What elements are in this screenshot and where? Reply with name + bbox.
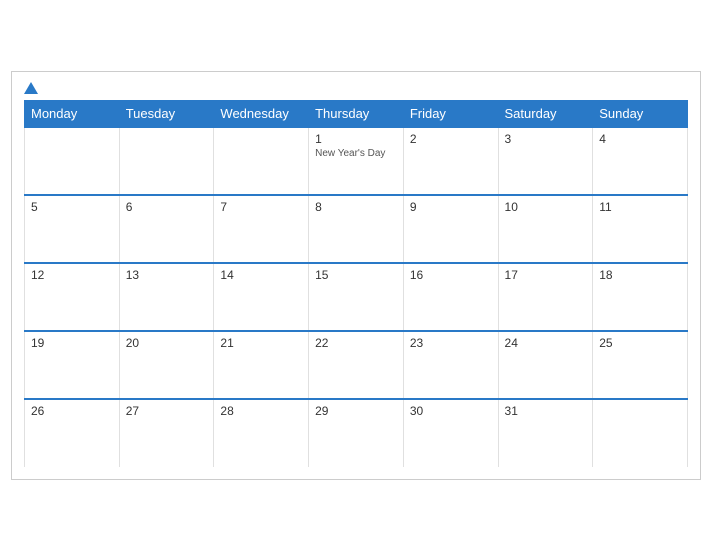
day-number: 23 (410, 336, 492, 350)
calendar-cell: 4 (593, 127, 688, 195)
calendar-cell: 30 (403, 399, 498, 467)
calendar-cell: 22 (309, 331, 404, 399)
calendar-cell: 14 (214, 263, 309, 331)
calendar-cell: 3 (498, 127, 593, 195)
calendar-cell: 13 (119, 263, 214, 331)
day-number: 18 (599, 268, 681, 282)
calendar-cell: 28 (214, 399, 309, 467)
calendar-cell: 9 (403, 195, 498, 263)
day-number: 30 (410, 404, 492, 418)
calendar-header (24, 82, 688, 94)
day-number: 11 (599, 200, 681, 214)
calendar-cell: 18 (593, 263, 688, 331)
calendar-cell: 19 (25, 331, 120, 399)
day-number: 29 (315, 404, 397, 418)
calendar-cell: 21 (214, 331, 309, 399)
calendar-cell: 12 (25, 263, 120, 331)
calendar-cell: 29 (309, 399, 404, 467)
calendar-cell: 23 (403, 331, 498, 399)
calendar-cell: 26 (25, 399, 120, 467)
calendar-thead: MondayTuesdayWednesdayThursdayFridaySatu… (25, 100, 688, 127)
weekday-header-thursday: Thursday (309, 100, 404, 127)
calendar-cell (25, 127, 120, 195)
calendar-cell: 15 (309, 263, 404, 331)
calendar-cell: 10 (498, 195, 593, 263)
day-number: 16 (410, 268, 492, 282)
day-event: New Year's Day (315, 148, 397, 159)
logo (24, 82, 40, 94)
week-row-2: 12 13 14 15 16 17 18 (25, 263, 688, 331)
calendar-grid: MondayTuesdayWednesdayThursdayFridaySatu… (24, 100, 688, 467)
week-row-4: 26 27 28 29 30 31 (25, 399, 688, 467)
day-number: 25 (599, 336, 681, 350)
calendar-cell: 8 (309, 195, 404, 263)
day-number: 31 (505, 404, 587, 418)
weekday-header-saturday: Saturday (498, 100, 593, 127)
logo-triangle-icon (24, 82, 38, 94)
calendar: MondayTuesdayWednesdayThursdayFridaySatu… (11, 71, 701, 480)
calendar-cell (119, 127, 214, 195)
day-number: 22 (315, 336, 397, 350)
day-number: 8 (315, 200, 397, 214)
day-number: 2 (410, 132, 492, 146)
day-number: 9 (410, 200, 492, 214)
day-number: 4 (599, 132, 681, 146)
calendar-cell: 16 (403, 263, 498, 331)
weekday-header-row: MondayTuesdayWednesdayThursdayFridaySatu… (25, 100, 688, 127)
calendar-cell: 27 (119, 399, 214, 467)
calendar-tbody: 1New Year's Day2345678910111213141516171… (25, 127, 688, 467)
day-number: 28 (220, 404, 302, 418)
calendar-cell: 5 (25, 195, 120, 263)
day-number: 17 (505, 268, 587, 282)
weekday-header-friday: Friday (403, 100, 498, 127)
logo-blue-text (24, 82, 40, 94)
day-number: 10 (505, 200, 587, 214)
day-number: 13 (126, 268, 208, 282)
calendar-cell (214, 127, 309, 195)
calendar-cell: 20 (119, 331, 214, 399)
day-number: 26 (31, 404, 113, 418)
calendar-cell: 2 (403, 127, 498, 195)
day-number: 24 (505, 336, 587, 350)
day-number: 14 (220, 268, 302, 282)
day-number: 12 (31, 268, 113, 282)
weekday-header-wednesday: Wednesday (214, 100, 309, 127)
calendar-cell (593, 399, 688, 467)
calendar-cell: 11 (593, 195, 688, 263)
week-row-3: 19 20 21 22 23 24 25 (25, 331, 688, 399)
day-number: 3 (505, 132, 587, 146)
calendar-cell: 1 New Year's Day (309, 127, 404, 195)
day-number: 5 (31, 200, 113, 214)
day-number: 6 (126, 200, 208, 214)
day-number: 1 (315, 132, 397, 146)
week-row-1: 56789 10 11 (25, 195, 688, 263)
calendar-cell: 17 (498, 263, 593, 331)
day-number: 15 (315, 268, 397, 282)
day-number: 19 (31, 336, 113, 350)
day-number: 21 (220, 336, 302, 350)
week-row-0: 1 New Year's Day 234 (25, 127, 688, 195)
day-number: 27 (126, 404, 208, 418)
weekday-header-sunday: Sunday (593, 100, 688, 127)
day-number: 20 (126, 336, 208, 350)
weekday-header-tuesday: Tuesday (119, 100, 214, 127)
calendar-cell: 25 (593, 331, 688, 399)
calendar-cell: 24 (498, 331, 593, 399)
day-number: 7 (220, 200, 302, 214)
weekday-header-monday: Monday (25, 100, 120, 127)
calendar-cell: 6 (119, 195, 214, 263)
calendar-cell: 7 (214, 195, 309, 263)
calendar-cell: 31 (498, 399, 593, 467)
